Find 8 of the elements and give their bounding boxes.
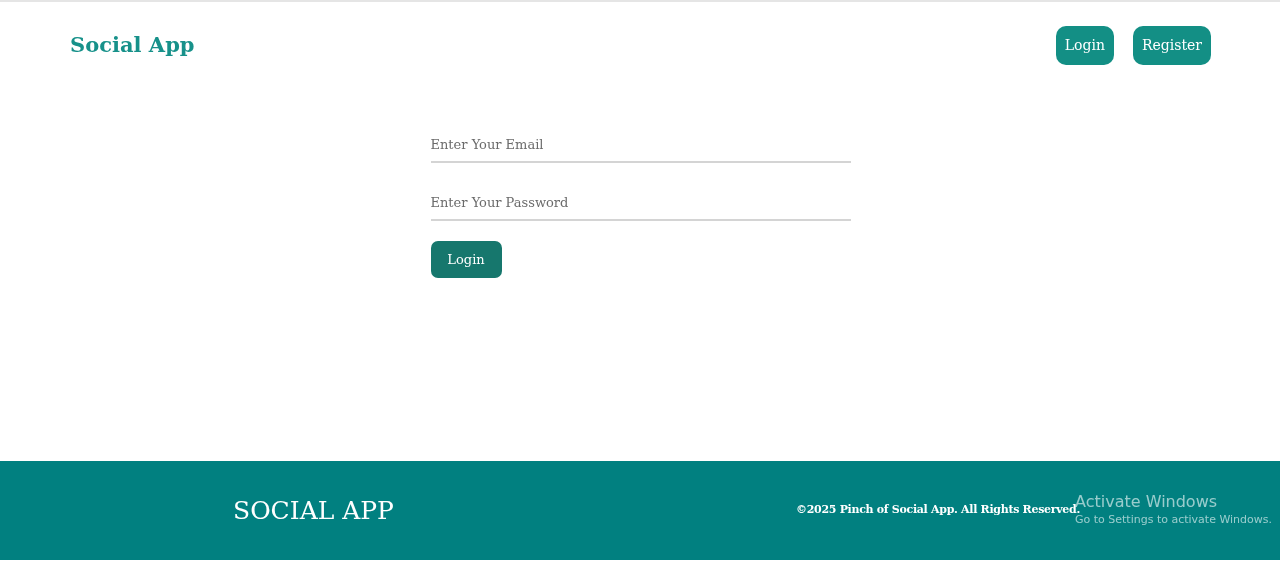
password-field[interactable]: Enter Your Password <box>430 186 851 221</box>
logo: Social App <box>70 31 195 60</box>
email-field[interactable]: Enter Your Email <box>430 128 851 163</box>
activation-subtitle: Go to Settings to activate Windows. <box>1075 513 1273 528</box>
nav-button[interactable]: Register <box>1132 25 1211 65</box>
login-button[interactable]: Login <box>430 241 502 278</box>
nav-button[interactable]: Login <box>1055 25 1114 65</box>
footer-brand: SOCIAL APP <box>233 494 395 527</box>
